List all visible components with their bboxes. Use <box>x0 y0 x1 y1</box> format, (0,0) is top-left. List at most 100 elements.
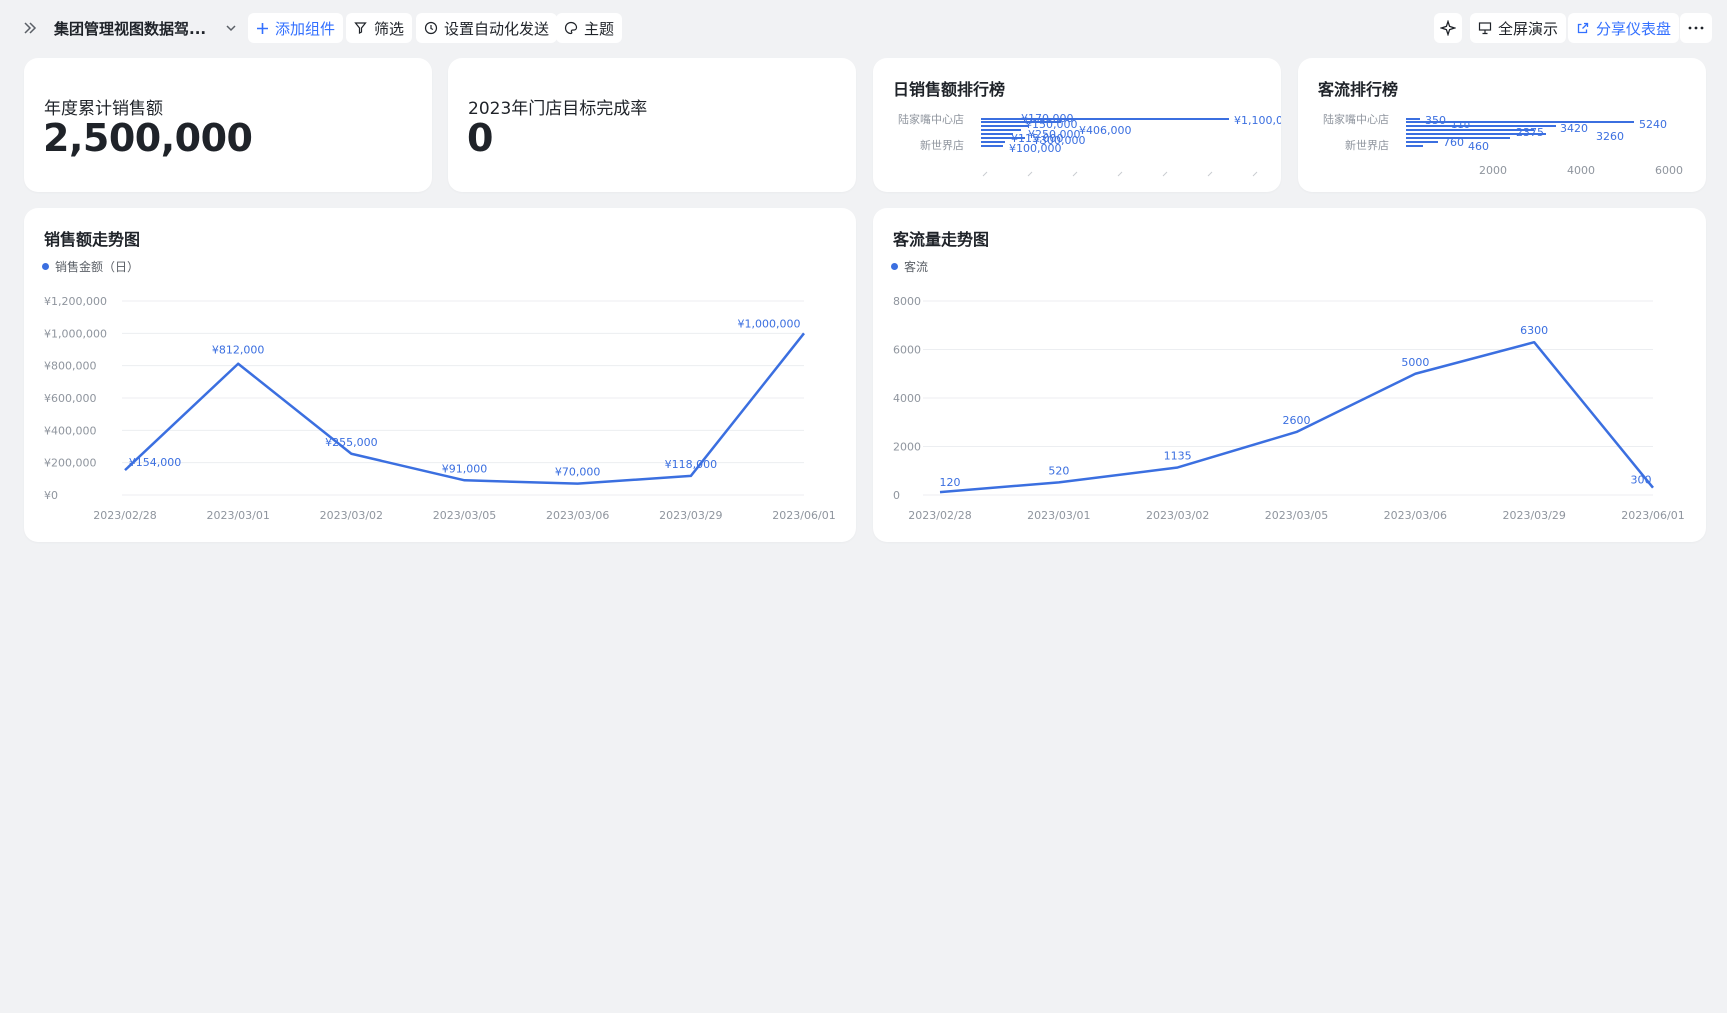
filter-icon <box>354 21 368 35</box>
bar-value-label: ¥115,000 <box>1011 132 1064 145</box>
x-tick-label: 2023/03/02 <box>320 509 383 522</box>
y-tick-label: ¥1,200,000 <box>44 295 107 308</box>
x-tick-label: 2023/03/29 <box>659 509 722 522</box>
share-dashboard-button[interactable]: 分享仪表盘 <box>1568 13 1680 43</box>
kpi-label: 2023年门店目标完成率 <box>468 99 648 119</box>
top-toolbar: 集团管理视图数据驾... 添加组件 筛选 设置自动化发送 主题 全屏演示 分享仪… <box>0 0 1727 56</box>
y-tick-label: ¥400,000 <box>44 424 97 437</box>
x-tick-label: 2023/02/28 <box>908 509 971 522</box>
data-label: 5000 <box>1401 356 1429 369</box>
sales-line-chart: ¥1,200,000 ¥1,000,000 ¥800,000 ¥600,000 ¥400… <box>44 295 836 522</box>
y-tick-label: 8000 <box>893 295 921 308</box>
x-tick-label: 2023/03/06 <box>1384 509 1447 522</box>
y-tick-label: 2000 <box>893 441 921 454</box>
ai-assistant-button[interactable] <box>1434 13 1462 43</box>
bar-value-label: 3260 <box>1596 130 1624 143</box>
axis-tick-label: 4000 <box>1567 164 1595 177</box>
bar-value-label: 3420 <box>1560 122 1588 135</box>
x-tick-label: 2023/03/02 <box>1146 509 1209 522</box>
kpi-card-annual-sales[interactable]: 年度累计销售额 2,500,000 <box>24 58 432 192</box>
data-label: 2600 <box>1283 414 1311 427</box>
bar-value-label: ¥406,000 <box>1079 124 1132 137</box>
add-widget-button[interactable]: 添加组件 <box>248 13 344 43</box>
bar-value-label: 2375 <box>1516 126 1544 139</box>
data-label: ¥118,000 <box>665 458 718 471</box>
filter-label: 筛选 <box>374 19 405 38</box>
share-icon <box>1576 21 1590 35</box>
rank-card-daily-sales[interactable]: 日销售额排行榜 陆家嘴中心店 新世界店 ¥1,100,0 ¥406,000 ¥1… <box>873 58 1281 192</box>
y-tick-label: ¥600,000 <box>44 392 97 405</box>
x-tick-label: 2023/06/01 <box>772 509 835 522</box>
data-label: ¥1,000,000 <box>738 317 801 330</box>
palette-icon <box>564 21 578 35</box>
x-tick-label: 2023/03/06 <box>546 509 609 522</box>
kpi-value: 0 <box>467 116 493 160</box>
more-options-button[interactable] <box>1680 13 1712 43</box>
bar-value-label: 5240 <box>1639 118 1667 131</box>
axis-tick-label: 2000 <box>1479 164 1507 177</box>
filter-button[interactable]: 筛选 <box>346 13 413 43</box>
y-tick-label: 6000 <box>893 344 921 357</box>
axis-tick-label: 6000 <box>1655 164 1683 177</box>
data-label: ¥812,000 <box>212 344 265 357</box>
sparkle-icon <box>1440 20 1456 36</box>
rank-traffic-chart: 陆家嘴中心店 新世界店 350 110 5240 2375 3420 3260 … <box>1323 112 1683 177</box>
presentation-icon <box>1478 21 1492 35</box>
traffic-line-chart: 8000 6000 4000 2000 0 2023/02/28 2023/03/01 202… <box>893 295 1685 522</box>
data-label: 6300 <box>1520 324 1548 337</box>
category-label: 陆家嘴中心店 <box>1323 112 1389 126</box>
bar-value-label: 760 <box>1443 136 1464 149</box>
bar-value-label: ¥1,100,0 <box>1234 114 1281 127</box>
y-tick-label: ¥1,000,000 <box>44 327 107 340</box>
theme-label: 主题 <box>584 19 615 38</box>
x-tick-label: 2023/03/05 <box>1265 509 1328 522</box>
data-label: ¥91,000 <box>442 462 488 475</box>
theme-button[interactable]: 主题 <box>556 13 623 43</box>
more-horizontal-icon <box>1688 26 1704 30</box>
x-tick-label: 2023/03/01 <box>1027 509 1090 522</box>
bar-value-label: 350 <box>1425 114 1446 127</box>
expand-sidebar-button[interactable] <box>22 13 38 43</box>
x-tick-label: 2023/03/05 <box>433 509 496 522</box>
dashboard-title-dropdown[interactable]: 集团管理视图数据驾... <box>54 13 238 43</box>
kpi-card-target-completion[interactable]: 2023年门店目标完成率 0 <box>448 58 856 192</box>
data-label: ¥70,000 <box>555 466 601 479</box>
bar-value-label: 460 <box>1468 140 1489 153</box>
data-label: ¥154,000 <box>129 456 182 469</box>
traffic-trend-card[interactable]: 客流量走势图 客流 8000 6000 4000 2000 0 2023/02/28 202… <box>873 208 1706 542</box>
auto-send-button[interactable]: 设置自动化发送 <box>416 13 558 43</box>
bar-value-label: 110 <box>1451 120 1470 131</box>
fullscreen-label: 全屏演示 <box>1498 19 1559 38</box>
y-tick-label: ¥0 <box>44 489 58 502</box>
category-label: 新世界店 <box>920 138 964 152</box>
data-label: 120 <box>940 476 961 489</box>
rank-card-traffic[interactable]: 客流排行榜 陆家嘴中心店 新世界店 350 110 5240 2375 3420… <box>1298 58 1706 192</box>
share-label: 分享仪表盘 <box>1596 19 1672 38</box>
fullscreen-present-button[interactable]: 全屏演示 <box>1470 13 1567 43</box>
y-tick-label: 0 <box>893 489 900 502</box>
x-tick-label: 2023/03/29 <box>1502 509 1565 522</box>
chevron-down-icon <box>224 21 238 35</box>
dashboard-title: 集团管理视图数据驾... <box>54 19 207 38</box>
plus-icon <box>256 22 269 35</box>
data-label: 300 <box>1631 474 1652 487</box>
data-label: 520 <box>1048 464 1069 477</box>
add-widget-label: 添加组件 <box>275 19 336 38</box>
x-tick-label: 2023/06/01 <box>1621 509 1684 522</box>
bar-value-label: ¥170,000 <box>1021 112 1074 125</box>
sales-trend-card[interactable]: 销售额走势图 销售金额（日） ¥1,200,000 ¥1,000,000 ¥800,… <box>24 208 856 542</box>
clock-send-icon <box>424 21 438 35</box>
y-tick-label: 4000 <box>893 392 921 405</box>
data-label: ¥255,000 <box>325 436 378 449</box>
y-tick-label: ¥200,000 <box>44 457 97 470</box>
category-label: 陆家嘴中心店 <box>898 112 964 126</box>
rank-sales-chart: 陆家嘴中心店 新世界店 ¥1,100,0 ¥406,000 ¥100,000 ¥… <box>898 112 1281 177</box>
data-label: 1135 <box>1164 449 1192 462</box>
auto-send-label: 设置自动化发送 <box>444 19 550 38</box>
x-tick-label: 2023/03/01 <box>206 509 269 522</box>
y-tick-label: ¥800,000 <box>44 360 97 373</box>
kpi-value: 2,500,000 <box>43 116 253 160</box>
x-tick-label: 2023/02/28 <box>93 509 156 522</box>
category-label: 新世界店 <box>1345 138 1389 152</box>
double-chevron-right-icon <box>22 20 38 36</box>
